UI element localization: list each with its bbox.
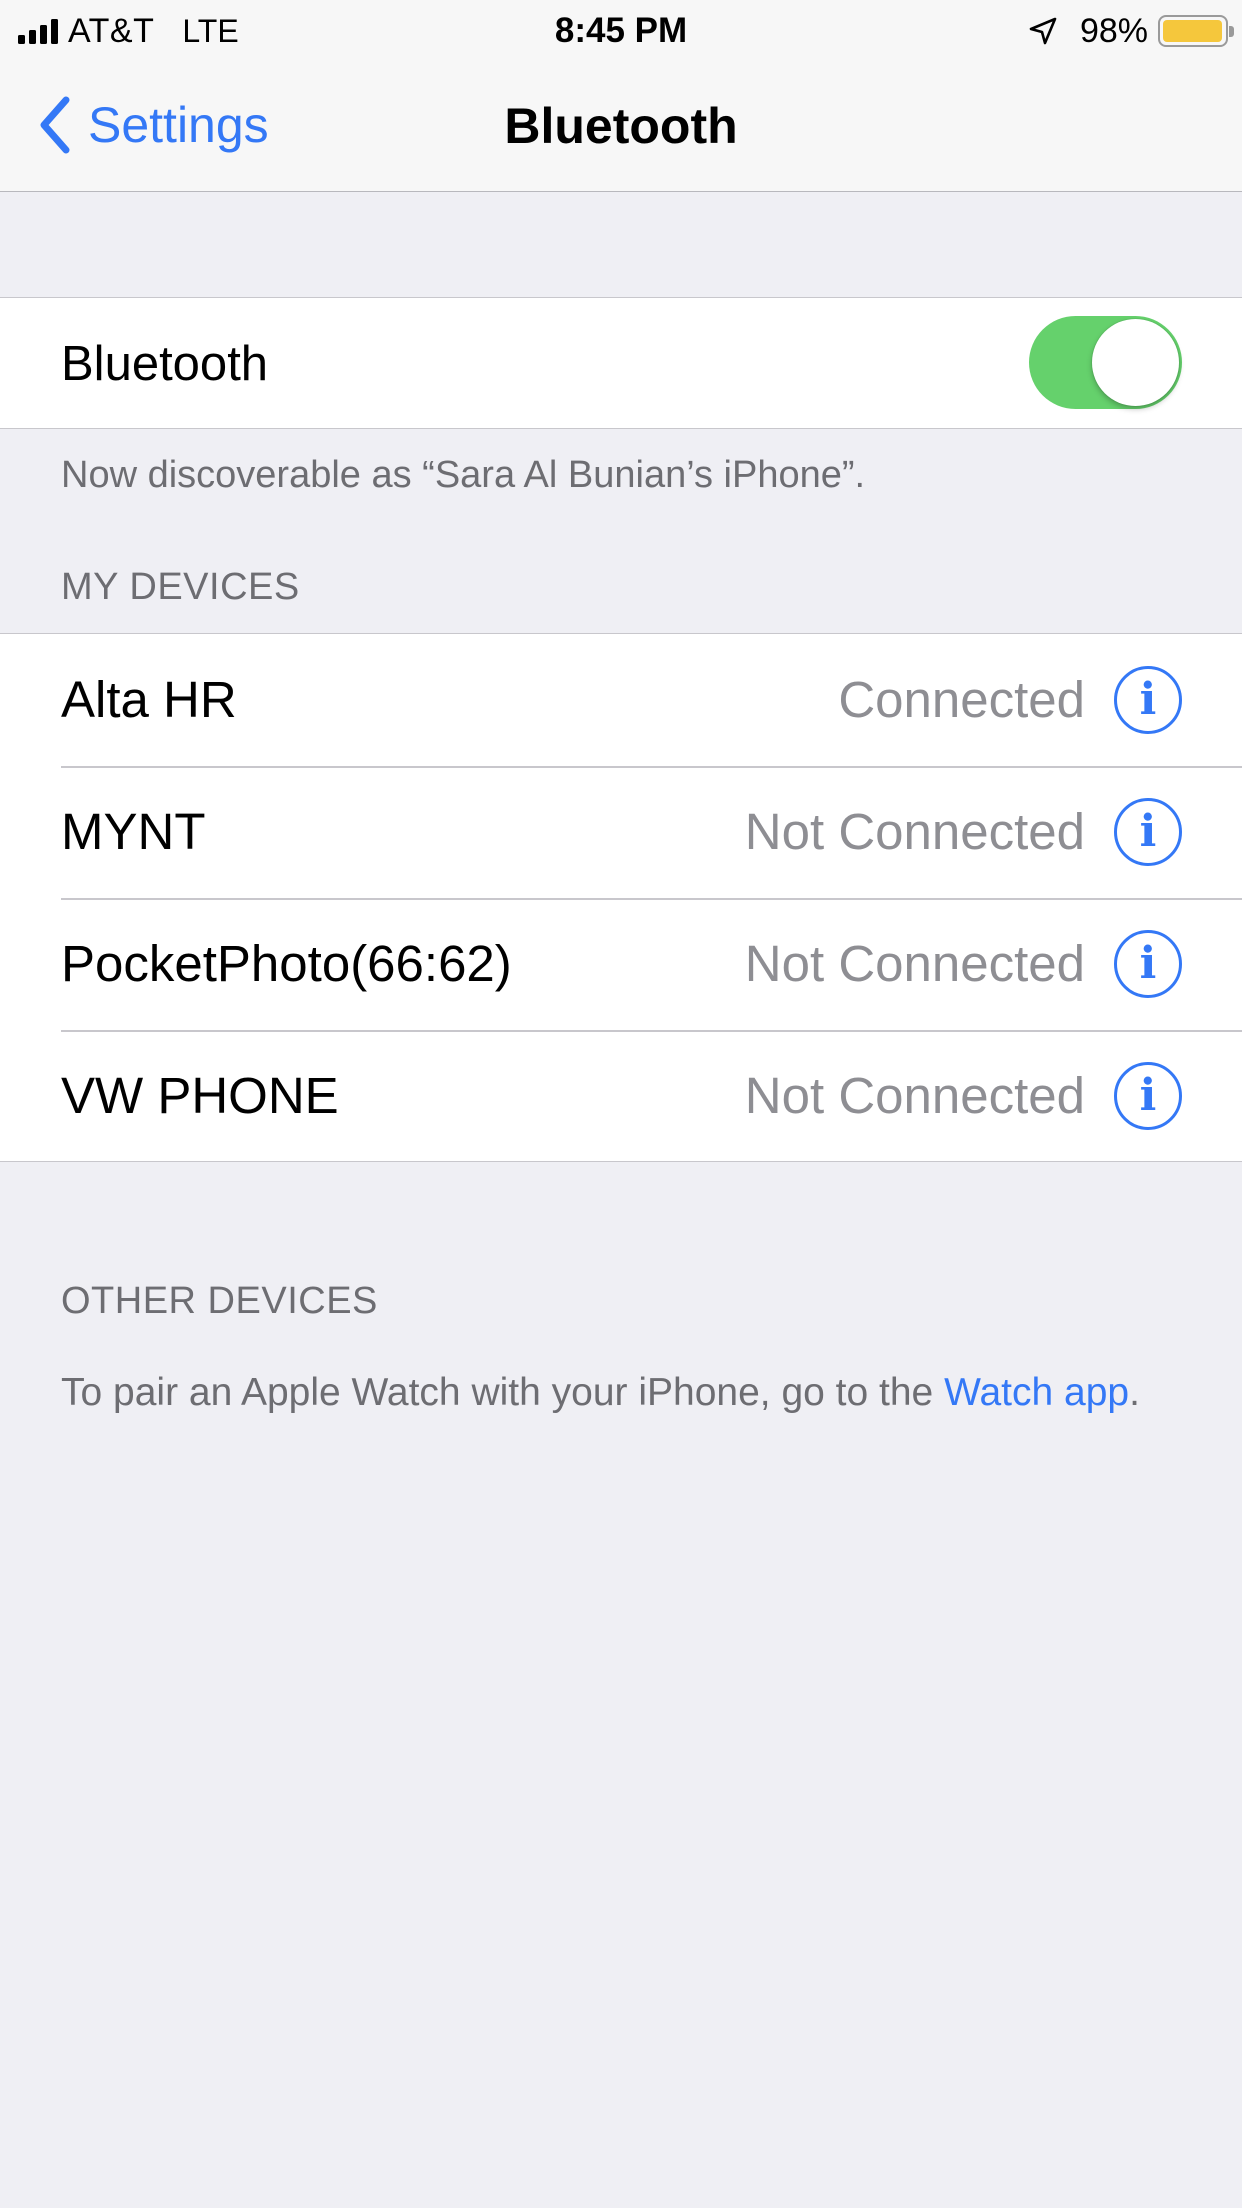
battery-fill	[1163, 20, 1222, 42]
battery-icon	[1158, 15, 1234, 47]
battery-percent: 98%	[1079, 11, 1148, 50]
device-name: Alta HR	[61, 671, 237, 728]
my-devices-list: Alta HR Connected i MYNT Not Connected i…	[0, 633, 1242, 1162]
my-devices-header: MY DEVICES	[61, 566, 300, 608]
info-icon[interactable]: i	[1114, 666, 1182, 734]
device-row-alta-hr[interactable]: Alta HR Connected i	[0, 634, 1242, 766]
info-icon[interactable]: i	[1114, 1062, 1182, 1130]
bluetooth-toggle-group: Bluetooth	[0, 297, 1242, 429]
location-arrow-icon	[1029, 17, 1057, 45]
device-status: Connected	[838, 671, 1085, 728]
pair-text-suffix: .	[1129, 1371, 1140, 1414]
toggle-knob	[1092, 319, 1179, 406]
watch-app-link[interactable]: Watch app	[944, 1371, 1129, 1414]
status-right: 98%	[1028, 10, 1234, 52]
apple-watch-pair-text: To pair an Apple Watch with your iPhone,…	[61, 1368, 1181, 1418]
info-icon[interactable]: i	[1114, 798, 1182, 866]
bluetooth-toggle[interactable]	[1029, 316, 1182, 409]
device-row-pocketphoto[interactable]: PocketPhoto(66:62) Not Connected i	[0, 898, 1242, 1030]
bluetooth-label: Bluetooth	[61, 337, 269, 391]
device-row-mynt[interactable]: MYNT Not Connected i	[0, 766, 1242, 898]
back-button[interactable]: Settings	[36, 92, 269, 158]
chevron-left-icon	[40, 96, 70, 154]
device-name: VW PHONE	[61, 1067, 339, 1124]
device-row-vw-phone[interactable]: VW PHONE Not Connected i	[0, 1030, 1242, 1162]
discoverable-footnote: Now discoverable as “Sara Al Bunian’s iP…	[61, 454, 866, 496]
device-name: PocketPhoto(66:62)	[61, 935, 512, 992]
device-status: Not Connected	[744, 803, 1085, 860]
info-icon[interactable]: i	[1114, 930, 1182, 998]
device-status: Not Connected	[744, 1067, 1085, 1124]
other-devices-header: OTHER DEVICES	[61, 1280, 378, 1322]
device-name: MYNT	[61, 803, 206, 860]
navigation-bar: Bluetooth Settings	[0, 60, 1242, 192]
battery-nub	[1229, 26, 1234, 37]
status-bar: AT&T LTE 8:45 PM 98%	[0, 0, 1242, 60]
back-button-label: Settings	[88, 97, 269, 153]
bluetooth-row: Bluetooth	[0, 298, 1242, 430]
pair-text: To pair an Apple Watch with your iPhone,…	[61, 1371, 945, 1414]
bluetooth-settings-screen: AT&T LTE 8:45 PM 98% Bluetooth Settings	[0, 0, 1242, 2208]
device-status: Not Connected	[744, 935, 1085, 992]
